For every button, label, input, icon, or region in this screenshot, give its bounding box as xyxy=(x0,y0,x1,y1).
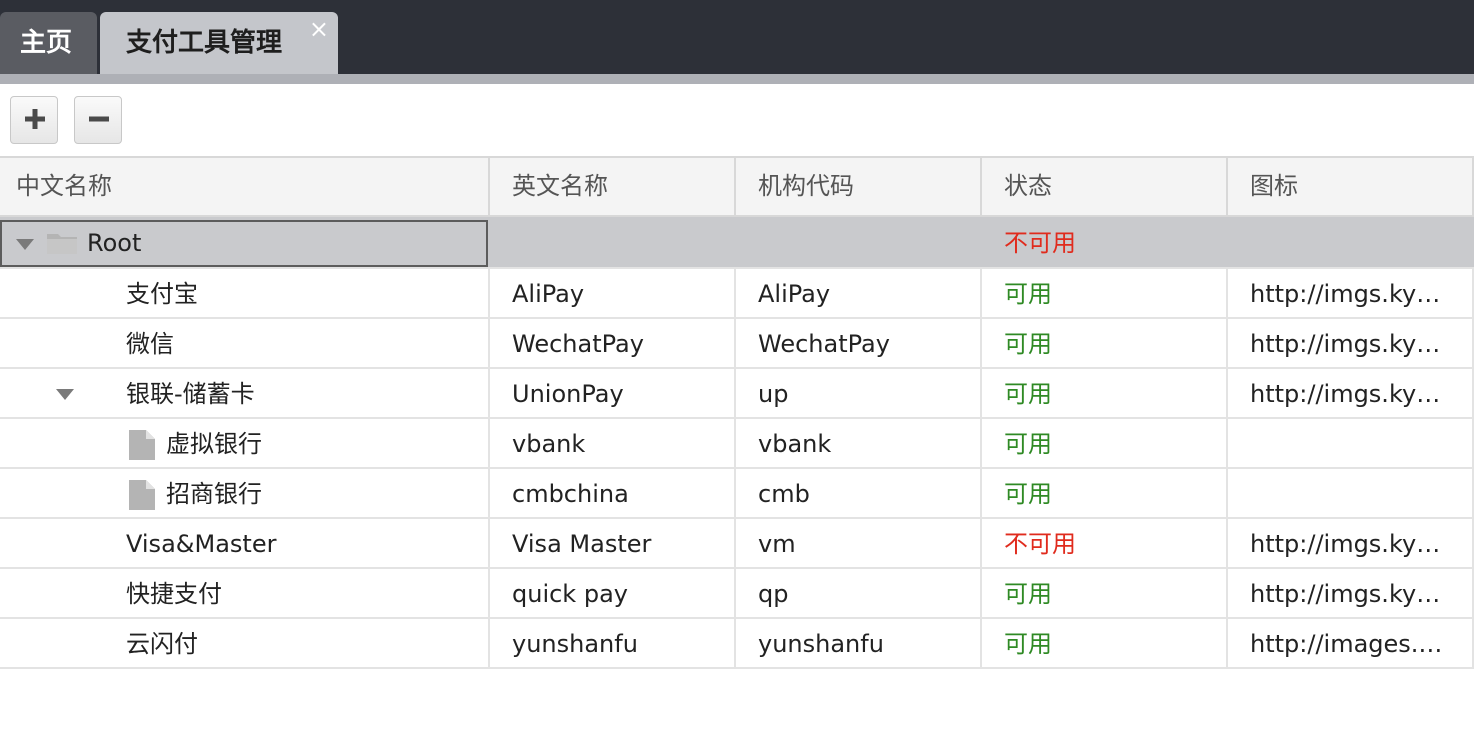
tab-home[interactable]: 主页 xyxy=(0,12,97,74)
add-button[interactable] xyxy=(10,96,58,144)
tab-payment-tools[interactable]: 支付工具管理 × xyxy=(100,12,338,74)
row-en-name: vbank xyxy=(490,419,736,467)
toolbar xyxy=(0,84,1474,156)
row-org-code: up xyxy=(736,369,982,417)
tree-row-root[interactable]: Root 不可用 xyxy=(0,217,1474,269)
tab-underline xyxy=(0,74,1474,84)
chevron-down-icon[interactable] xyxy=(56,389,74,400)
row-name: Visa&Master xyxy=(126,530,277,558)
row-name: 云闪付 xyxy=(126,630,198,658)
row-name: 招商银行 xyxy=(166,480,262,508)
column-header-org-code[interactable]: 机构代码 xyxy=(736,158,982,215)
row-en-name: quick pay xyxy=(490,569,736,617)
row-status: 不可用 xyxy=(982,519,1228,567)
row-org-code: qp xyxy=(736,569,982,617)
row-status: 可用 xyxy=(982,369,1228,417)
row-en-name: UnionPay xyxy=(490,369,736,417)
close-icon[interactable]: × xyxy=(309,0,329,60)
column-header-status[interactable]: 状态 xyxy=(982,158,1228,215)
row-status: 可用 xyxy=(982,469,1228,517)
root-name-cell: Root xyxy=(0,217,490,267)
row-org-code: vm xyxy=(736,519,982,567)
column-header-icon[interactable]: 图标 xyxy=(1228,158,1474,215)
row-icon-url: http://imgs.kya… xyxy=(1228,519,1474,567)
row-name: 虚拟银行 xyxy=(166,430,262,458)
row-en-name: yunshanfu xyxy=(490,619,736,667)
row-name-cell: 银联-储蓄卡 xyxy=(0,369,490,417)
file-icon xyxy=(129,430,155,460)
row-status: 可用 xyxy=(982,619,1228,667)
row-name: 银联-储蓄卡 xyxy=(126,380,255,408)
row-org-code: yunshanfu xyxy=(736,619,982,667)
grid-header: 中文名称 英文名称 机构代码 状态 图标 xyxy=(0,156,1474,217)
column-header-en-name[interactable]: 英文名称 xyxy=(490,158,736,215)
table-row[interactable]: 虚拟银行 vbank vbank 可用 xyxy=(0,419,1474,469)
row-name-cell: 支付宝 xyxy=(0,269,490,317)
row-name: 快捷支付 xyxy=(126,580,222,608)
minus-icon xyxy=(89,116,109,122)
table-row[interactable]: 云闪付 yunshanfu yunshanfu 可用 http://images… xyxy=(0,619,1474,669)
row-icon-url: http://imgs.kya… xyxy=(1228,569,1474,617)
tab-payment-tools-label: 支付工具管理 xyxy=(126,28,283,58)
root-status: 不可用 xyxy=(1004,229,1076,257)
column-header-cn-name[interactable]: 中文名称 xyxy=(0,158,490,215)
row-status: 可用 xyxy=(982,419,1228,467)
table-row[interactable]: 银联-储蓄卡 UnionPay up 可用 http://imgs.kya… xyxy=(0,369,1474,419)
row-icon-url xyxy=(1228,419,1474,467)
row-status: 可用 xyxy=(982,269,1228,317)
tree-grid: 中文名称 英文名称 机构代码 状态 图标 Root 不可用 支付宝 AliPay… xyxy=(0,156,1474,669)
row-icon-url: http://imgs.kya… xyxy=(1228,269,1474,317)
row-en-name: WechatPay xyxy=(490,319,736,367)
row-en-name: AliPay xyxy=(490,269,736,317)
folder-icon xyxy=(47,234,77,254)
row-name-cell: 微信 xyxy=(0,319,490,367)
root-name: Root xyxy=(87,229,142,257)
row-name-cell: 招商银行 xyxy=(0,469,490,517)
row-name: 支付宝 xyxy=(126,280,198,308)
row-name-cell: Visa&Master xyxy=(0,519,490,567)
table-row[interactable]: 微信 WechatPay WechatPay 可用 http://imgs.ky… xyxy=(0,319,1474,369)
row-org-code: AliPay xyxy=(736,269,982,317)
file-icon xyxy=(129,480,155,510)
table-row[interactable]: Visa&Master Visa Master vm 不可用 http://im… xyxy=(0,519,1474,569)
tab-bar: 主页 支付工具管理 × xyxy=(0,0,1474,74)
table-row[interactable]: 快捷支付 quick pay qp 可用 http://imgs.kya… xyxy=(0,569,1474,619)
row-org-code: WechatPay xyxy=(736,319,982,367)
chevron-down-icon[interactable] xyxy=(16,239,34,250)
row-status: 可用 xyxy=(982,569,1228,617)
row-icon-url: http://imgs.kya… xyxy=(1228,369,1474,417)
row-icon-url: http://images.k… xyxy=(1228,619,1474,667)
row-en-name: cmbchina xyxy=(490,469,736,517)
tab-home-label: 主页 xyxy=(20,28,73,58)
row-icon-url xyxy=(1228,469,1474,517)
row-name-cell: 虚拟银行 xyxy=(0,419,490,467)
remove-button[interactable] xyxy=(74,96,122,144)
row-name-cell: 快捷支付 xyxy=(0,569,490,617)
row-icon-url: http://imgs.kya… xyxy=(1228,319,1474,367)
row-name-cell: 云闪付 xyxy=(0,619,490,667)
plus-icon xyxy=(25,109,45,129)
row-en-name: Visa Master xyxy=(490,519,736,567)
table-row[interactable]: 支付宝 AliPay AliPay 可用 http://imgs.kya… xyxy=(0,269,1474,319)
row-name: 微信 xyxy=(126,330,174,358)
row-org-code: cmb xyxy=(736,469,982,517)
row-org-code: vbank xyxy=(736,419,982,467)
row-status: 可用 xyxy=(982,319,1228,367)
table-row[interactable]: 招商银行 cmbchina cmb 可用 xyxy=(0,469,1474,519)
